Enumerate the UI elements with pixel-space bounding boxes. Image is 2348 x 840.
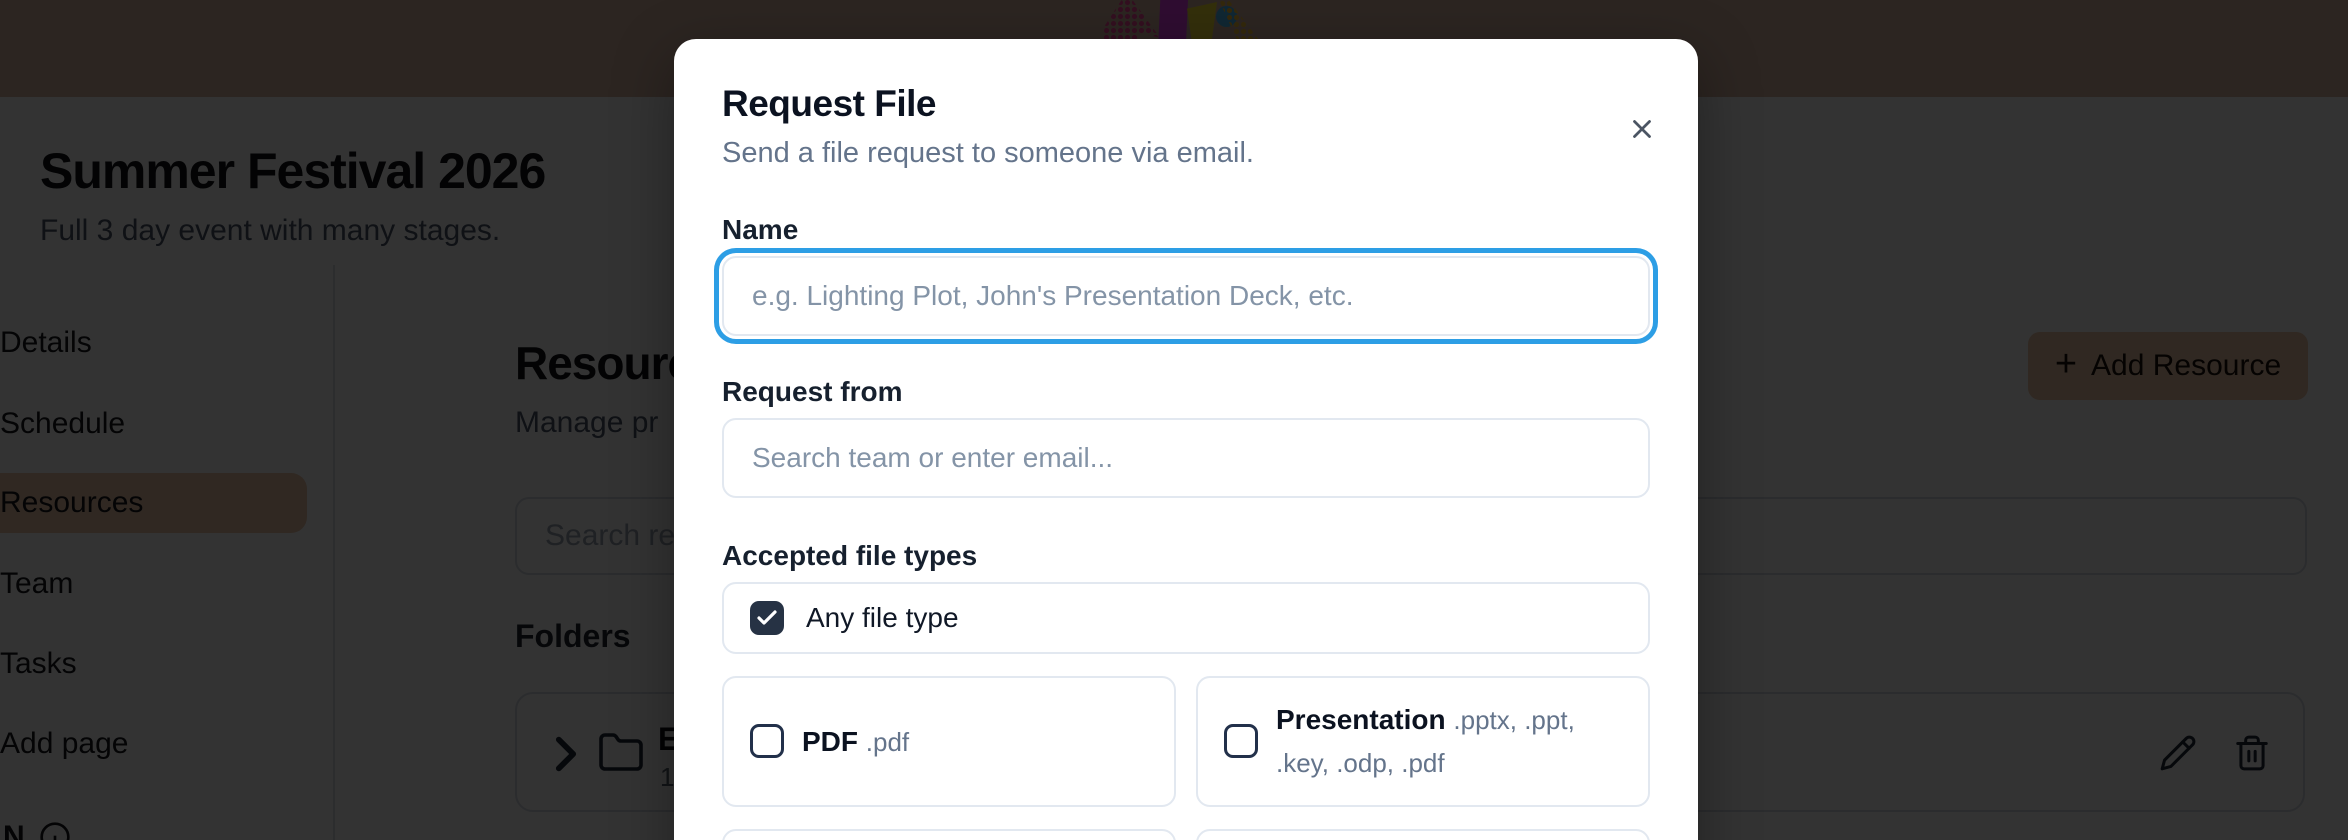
any-file-type-option[interactable]: Any file type — [722, 582, 1650, 654]
screen: Summer Festival 2026 Full 3 day event wi… — [0, 0, 2348, 840]
checkbox-unchecked-icon[interactable] — [1224, 724, 1258, 759]
accepted-file-types-label: Accepted file types — [722, 540, 978, 571]
file-type-name: Presentation — [1276, 704, 1446, 735]
check-icon — [757, 610, 777, 625]
any-file-type-label: Any file type — [806, 602, 959, 633]
request-from-input[interactable] — [722, 418, 1650, 498]
close-button[interactable] — [1622, 109, 1662, 149]
checkbox-unchecked-icon[interactable] — [750, 724, 784, 759]
request-file-dialog: Request File Send a file request to some… — [674, 39, 1698, 840]
file-type-grid: PDF .pdf Presentation .pptx, .ppt, .key,… — [722, 676, 1650, 840]
name-input[interactable] — [722, 256, 1650, 336]
file-type-option-image[interactable]: Image .jpg, .png, .webp, .svg — [722, 828, 1176, 840]
file-type-extensions: .pdf — [865, 726, 910, 757]
file-type-option-presentation[interactable]: Presentation .pptx, .ppt, .key, .odp, .p… — [1196, 676, 1650, 807]
checkbox-checked-icon[interactable] — [750, 601, 784, 635]
request-from-label: Request from — [722, 376, 903, 407]
file-type-option-word-document[interactable]: Word Document .docx, .doc — [1196, 828, 1650, 840]
dialog-title: Request File — [722, 83, 937, 124]
close-icon — [1633, 120, 1651, 138]
dialog-subtitle: Send a file request to someone via email… — [722, 137, 1254, 169]
file-type-name: PDF — [802, 725, 858, 757]
name-field-label: Name — [722, 214, 799, 245]
file-type-option-pdf[interactable]: PDF .pdf — [722, 676, 1176, 807]
